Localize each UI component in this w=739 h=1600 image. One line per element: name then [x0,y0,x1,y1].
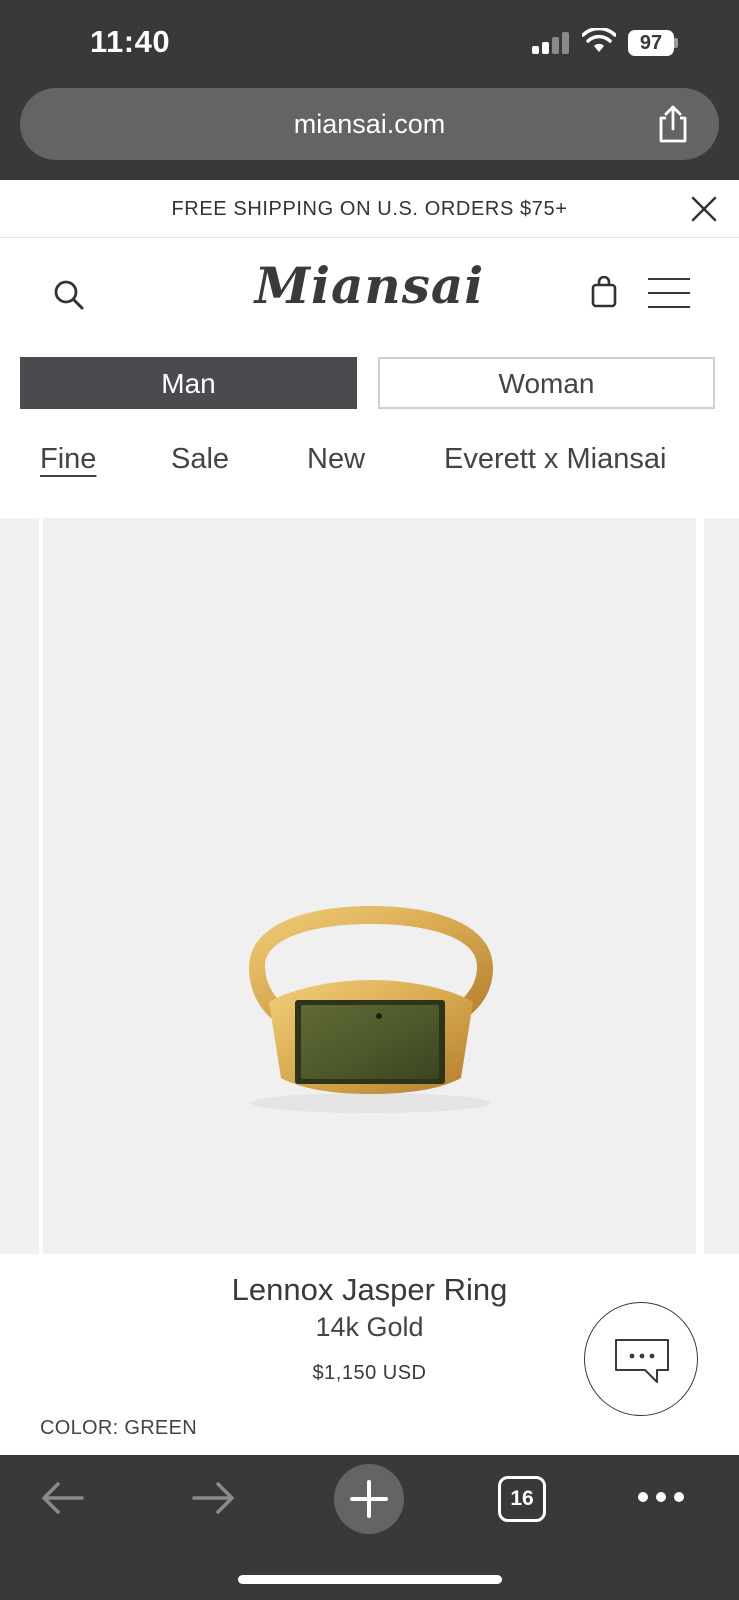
site-header: Miansai [0,238,739,348]
product-image[interactable] [43,518,696,1254]
browser-bottom-toolbar: 16 [0,1455,739,1600]
tab-man[interactable]: Man [20,357,357,409]
address-bar[interactable]: miansai.com [20,88,719,160]
category-fine[interactable]: Fine [40,443,96,476]
wifi-icon [582,28,616,52]
category-sale[interactable]: Sale [171,443,229,476]
status-time: 11:40 [90,24,171,59]
tab-woman[interactable]: Woman [378,357,715,409]
previous-image-peek[interactable] [0,518,39,1254]
bag-icon[interactable] [590,276,618,308]
url-text[interactable]: miansai.com [20,88,719,160]
battery-level: 97 [628,30,674,56]
home-indicator[interactable] [238,1575,502,1584]
new-tab-button[interactable] [334,1464,404,1534]
back-arrow-icon[interactable] [38,1478,86,1518]
product-image-carousel[interactable] [0,518,739,1254]
plus-icon [350,1480,388,1518]
signal-icon [532,32,570,54]
tabs-button[interactable]: 16 [498,1476,546,1522]
category-new[interactable]: New [307,443,365,476]
forward-arrow-icon[interactable] [190,1478,238,1518]
ring-image [249,906,493,1113]
promo-banner: FREE SHIPPING ON U.S. ORDERS $75+ [0,180,739,238]
chat-icon [615,1339,669,1383]
promo-text: FREE SHIPPING ON U.S. ORDERS $75+ [171,198,568,220]
chat-button[interactable] [584,1302,698,1416]
more-icon[interactable] [636,1487,686,1507]
product-color-label: COLOR: GREEN [40,1417,197,1439]
browser-top-chrome: 11:40 97 miansai.com [0,0,739,180]
close-icon[interactable] [689,194,719,224]
category-everett-x-miansai[interactable]: Everett x Miansai [444,443,666,476]
battery-icon: 97 [628,30,678,56]
site-logo[interactable]: Miansai [0,256,739,315]
next-image-peek[interactable] [704,518,739,1254]
share-icon[interactable] [655,104,691,144]
menu-icon[interactable] [648,278,690,308]
